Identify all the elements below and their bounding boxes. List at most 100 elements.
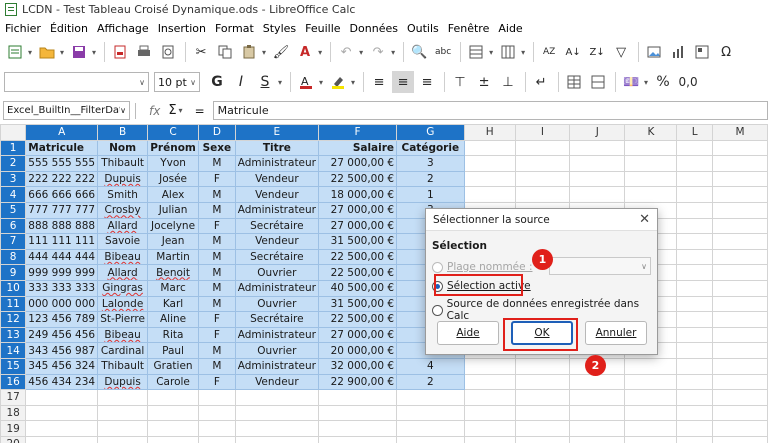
formula-input[interactable]: Matricule [212, 101, 768, 120]
column-header-i[interactable]: I [514, 124, 571, 141]
grid-cell[interactable] [463, 186, 516, 203]
grid-cell[interactable]: Yvon [147, 155, 200, 172]
grid-cell[interactable] [317, 435, 398, 443]
autofilter-icon[interactable]: ▽ [610, 41, 632, 63]
close-icon[interactable]: ✕ [639, 212, 650, 227]
grid-cell[interactable]: 345 456 324 [25, 357, 99, 375]
grid-cell[interactable] [569, 186, 626, 203]
grid-cell[interactable]: Savoie [97, 233, 149, 250]
grid-cell[interactable] [676, 217, 713, 235]
grid-cell[interactable]: F [198, 373, 236, 391]
grid-cell[interactable]: Karl [147, 295, 200, 313]
copy-icon[interactable] [214, 41, 236, 63]
grid-cell[interactable] [711, 233, 768, 250]
grid-cell[interactable]: 000 000 000 [25, 295, 99, 313]
grid-cell[interactable]: 27 000,00 € [317, 326, 398, 344]
row-header[interactable]: 8 [0, 248, 27, 266]
grid-cell[interactable] [25, 389, 99, 406]
grid-cell[interactable] [514, 435, 571, 443]
formula-icon[interactable]: = [195, 104, 205, 118]
grid-cell[interactable] [514, 139, 571, 157]
grid-cell[interactable] [514, 155, 571, 172]
grid-cell[interactable]: Martin [147, 248, 200, 266]
grid-cell[interactable] [624, 155, 678, 172]
grid-cell[interactable]: 32 000,00 € [317, 357, 398, 375]
redo-icon[interactable]: ↷ [367, 41, 389, 63]
cut-icon[interactable]: ✂ [190, 41, 212, 63]
percent-format-button[interactable]: % [652, 71, 674, 93]
menu-insertion[interactable]: Insertion [158, 22, 206, 35]
insert-image-icon[interactable] [643, 41, 665, 63]
column-header-c[interactable]: C [147, 124, 200, 141]
menu-outils[interactable]: Outils [407, 22, 439, 35]
grid-cell[interactable] [463, 404, 516, 422]
grid-cell[interactable]: 22 500,00 € [317, 311, 398, 328]
italic-button[interactable]: I [230, 71, 252, 93]
grid-cell[interactable]: 888 888 888 [25, 217, 99, 235]
grid-cell[interactable] [711, 389, 768, 406]
grid-cell[interactable] [569, 435, 626, 443]
grid-cell[interactable] [97, 420, 149, 437]
grid-cell[interactable]: Titre [234, 139, 320, 157]
column-dropdown-icon[interactable]: ▾ [521, 48, 525, 57]
sum-icon[interactable]: Σ [168, 103, 176, 118]
grid-cell[interactable] [711, 248, 768, 266]
grid-cell[interactable]: Secrétaire [234, 248, 320, 266]
new-icon[interactable] [4, 41, 26, 63]
grid-cell[interactable]: 555 555 555 [25, 155, 99, 172]
grid-cell[interactable] [25, 420, 99, 437]
row-header[interactable]: 19 [0, 420, 27, 437]
row-header[interactable]: 12 [0, 311, 27, 328]
highlight-color-icon[interactable] [327, 71, 349, 93]
currency-dropdown-icon[interactable]: ▾ [644, 78, 648, 87]
name-box[interactable]: Excel_BuiltIn__FilterData ∨ [3, 101, 130, 120]
grid-cell[interactable]: Administrateur [234, 357, 320, 375]
column-header-h[interactable]: H [463, 124, 516, 141]
paste-dropdown-icon[interactable]: ▾ [262, 48, 266, 57]
grid-cell[interactable]: Prénom [147, 139, 200, 157]
row-header[interactable]: 2 [0, 155, 27, 172]
grid-cell[interactable] [317, 420, 398, 437]
grid-cell[interactable]: 22 500,00 € [317, 170, 398, 188]
grid-cell[interactable]: Smith [97, 186, 149, 203]
grid-cell[interactable] [676, 435, 713, 443]
grid-cell[interactable]: Crosby [97, 201, 149, 219]
grid-cell[interactable]: F [198, 217, 236, 235]
grid-cell[interactable] [147, 435, 200, 443]
clone-formatting-icon[interactable]: 🖌 [270, 41, 292, 63]
grid-cell[interactable]: 999 999 999 [25, 264, 99, 281]
grid-cell[interactable]: Salaire [317, 139, 398, 157]
grid-cell[interactable]: Secrétaire [234, 311, 320, 328]
grid-cell[interactable]: Administrateur [234, 201, 320, 219]
row-header[interactable]: 17 [0, 389, 27, 406]
grid-cell[interactable] [198, 420, 236, 437]
grid-cell[interactable] [711, 170, 768, 188]
grid-cell[interactable] [463, 389, 516, 406]
row-header[interactable]: 3 [0, 170, 27, 188]
clear-formatting-dropdown-icon[interactable]: ▾ [318, 48, 322, 57]
select-all-corner[interactable] [0, 124, 27, 141]
grid-cell[interactable] [711, 186, 768, 203]
grid-cell[interactable] [624, 186, 678, 203]
save-dropdown-icon[interactable]: ▾ [92, 48, 96, 57]
grid-cell[interactable]: Paul [147, 342, 200, 359]
wrap-text-icon[interactable]: ↵ [530, 71, 552, 93]
menu-fichier[interactable]: Fichier [5, 22, 41, 35]
align-right-icon[interactable]: ≡ [416, 71, 438, 93]
grid-cell[interactable]: Lalonde [97, 295, 149, 313]
grid-cell[interactable]: 3 [396, 155, 465, 172]
grid-cell[interactable]: Administrateur [234, 155, 320, 172]
undo-dropdown-icon[interactable]: ▾ [359, 48, 363, 57]
grid-cell[interactable] [234, 435, 320, 443]
grid-cell[interactable]: 31 500,00 € [317, 295, 398, 313]
grid-cell[interactable] [676, 295, 713, 313]
align-top-icon[interactable]: ⊤ [449, 71, 471, 93]
align-left-icon[interactable]: ≡ [368, 71, 390, 93]
function-wizard-icon[interactable]: fx [149, 104, 160, 118]
grid-cell[interactable]: M [198, 186, 236, 203]
grid-cell[interactable]: F [198, 311, 236, 328]
font-color-icon[interactable]: A [295, 71, 317, 93]
grid-cell[interactable]: Gingras [97, 279, 149, 297]
new-dropdown-icon[interactable]: ▾ [28, 48, 32, 57]
open-folder-icon[interactable] [36, 41, 58, 63]
